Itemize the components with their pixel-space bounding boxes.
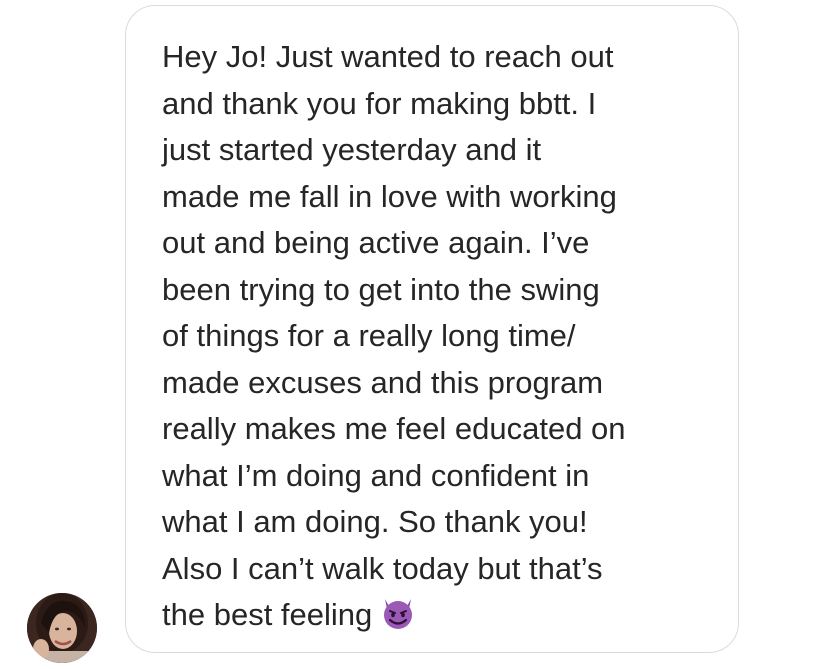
message-line: of things for a really long time/ <box>162 318 576 353</box>
message-line: and thank you for making bbtt. I <box>162 85 597 121</box>
message-line: made me fall in love with working <box>162 178 617 214</box>
message-line-last: the best feeling <box>162 592 626 639</box>
message-thread: Hey Jo! Just wanted to reach out and tha… <box>0 0 828 669</box>
sender-avatar[interactable] <box>27 593 97 663</box>
message-line: Also I can’t walk today but that’s <box>162 550 603 586</box>
message-line: Hey Jo! Just wanted to reach out <box>162 39 614 74</box>
avatar-photo-icon <box>27 593 97 663</box>
message-line: just started yesterday and it <box>162 132 542 167</box>
message-line-text: the best feeling <box>162 597 373 632</box>
message-text: Hey Jo! Just wanted to reach out and tha… <box>162 34 626 639</box>
message-bubble[interactable]: Hey Jo! Just wanted to reach out and tha… <box>125 5 739 653</box>
message-line: been trying to get into the swing <box>162 271 600 307</box>
message-line: really makes me feel educated on <box>162 411 626 446</box>
message-line: what I am doing. So thank you! <box>162 504 588 539</box>
message-line: out and being active again. I’ve <box>162 225 590 260</box>
message-line: made excuses and this program <box>162 364 604 400</box>
smiling-imp-emoji-icon <box>384 599 413 629</box>
message-line: what I’m doing and confident in <box>162 457 590 493</box>
